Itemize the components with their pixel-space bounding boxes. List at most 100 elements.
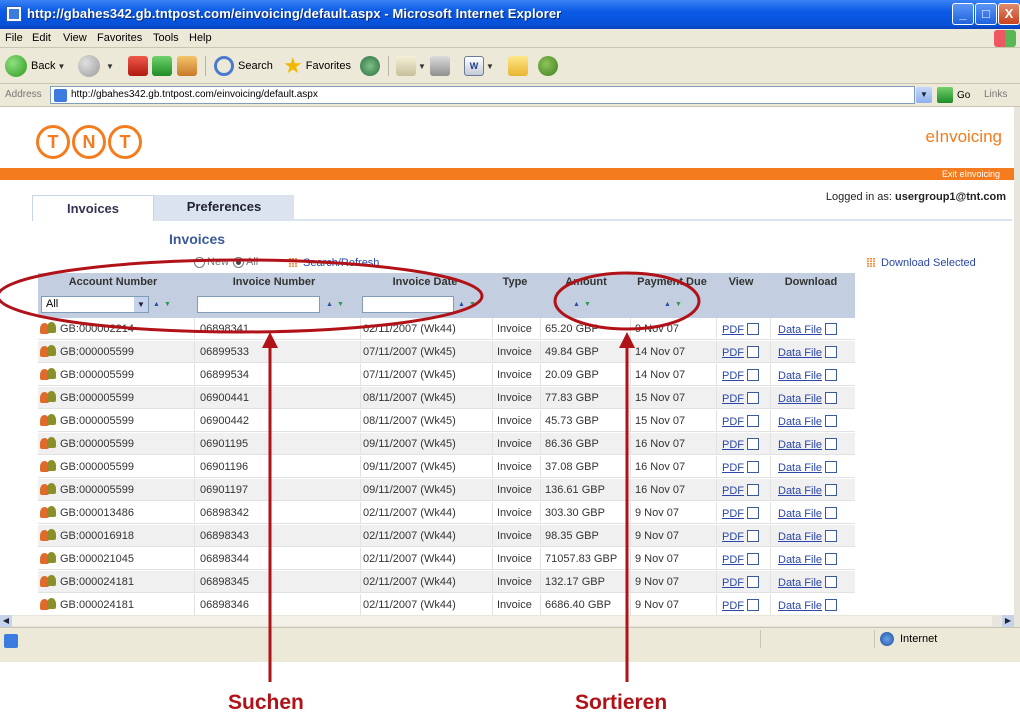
data-file-checkbox[interactable]: [825, 323, 838, 335]
favorites-button[interactable]: ★ Favorites: [283, 54, 351, 78]
menu-file[interactable]: File: [5, 32, 23, 44]
data-file-checkbox[interactable]: [825, 415, 838, 427]
sort-asc-icon[interactable]: ▲: [458, 301, 469, 308]
data-file-link[interactable]: Data File: [778, 324, 822, 336]
menu-edit[interactable]: Edit: [32, 32, 51, 44]
view-pdf-link[interactable]: PDF: [722, 577, 744, 589]
col-account-number[interactable]: Account Number: [38, 276, 188, 288]
col-invoice-date[interactable]: Invoice Date: [360, 276, 490, 288]
search-button[interactable]: Search: [214, 54, 273, 78]
data-file-checkbox[interactable]: [825, 599, 838, 611]
forward-button[interactable]: ▼: [78, 54, 114, 78]
view-pdf-link[interactable]: PDF: [722, 600, 744, 612]
view-pdf-link[interactable]: PDF: [722, 347, 744, 359]
view-pdf-link[interactable]: PDF: [722, 416, 744, 428]
sort-asc-icon[interactable]: ▲: [153, 301, 164, 308]
pdf-checkbox[interactable]: [747, 530, 759, 542]
data-file-checkbox[interactable]: [825, 438, 838, 450]
sort-account-arrows[interactable]: ▲▼: [153, 301, 175, 308]
pdf-checkbox[interactable]: [747, 461, 759, 473]
minimize-button[interactable]: _: [952, 3, 974, 25]
sort-asc-icon[interactable]: ▲: [326, 301, 337, 308]
data-file-checkbox[interactable]: [825, 461, 838, 473]
pdf-checkbox[interactable]: [747, 392, 759, 404]
pdf-checkbox[interactable]: [747, 369, 759, 381]
menu-view[interactable]: View: [63, 32, 87, 44]
pdf-checkbox[interactable]: [747, 484, 759, 496]
close-button[interactable]: X: [998, 3, 1020, 25]
sort-desc-icon[interactable]: ▼: [469, 301, 480, 308]
folder-button[interactable]: [508, 54, 528, 78]
data-file-link[interactable]: Data File: [778, 577, 822, 589]
data-file-link[interactable]: Data File: [778, 347, 822, 359]
data-file-checkbox[interactable]: [825, 369, 838, 381]
data-file-link[interactable]: Data File: [778, 370, 822, 382]
sort-amount-arrows[interactable]: ▲▼: [573, 301, 595, 308]
view-pdf-link[interactable]: PDF: [722, 462, 744, 474]
data-file-checkbox[interactable]: [825, 392, 838, 404]
data-file-link[interactable]: Data File: [778, 485, 822, 497]
sort-asc-icon[interactable]: ▲: [573, 301, 584, 308]
view-pdf-link[interactable]: PDF: [722, 439, 744, 451]
print-button[interactable]: [430, 54, 450, 78]
view-pdf-link[interactable]: PDF: [722, 531, 744, 543]
data-file-link[interactable]: Data File: [778, 531, 822, 543]
sort-asc-icon[interactable]: ▲: [664, 301, 675, 308]
view-pdf-link[interactable]: PDF: [722, 554, 744, 566]
view-pdf-link[interactable]: PDF: [722, 370, 744, 382]
exit-link[interactable]: Exit eInvoicing: [942, 168, 1000, 180]
address-input[interactable]: http://gbahes342.gb.tntpost.com/einvoici…: [50, 86, 915, 104]
edit-word-button[interactable]: W ▼: [464, 54, 494, 78]
sort-desc-icon[interactable]: ▼: [337, 301, 348, 308]
tab-preferences[interactable]: Preferences: [154, 195, 294, 219]
view-pdf-link[interactable]: PDF: [722, 324, 744, 336]
back-button[interactable]: Back ▼: [5, 54, 65, 78]
data-file-link[interactable]: Data File: [778, 393, 822, 405]
col-payment-due[interactable]: Payment Due: [630, 276, 714, 288]
menu-help[interactable]: Help: [189, 32, 212, 44]
pdf-checkbox[interactable]: [747, 576, 759, 588]
account-filter-select[interactable]: All ▼: [41, 296, 149, 313]
sort-date-arrows[interactable]: ▲▼: [458, 301, 480, 308]
sort-desc-icon[interactable]: ▼: [675, 301, 686, 308]
scroll-thumb[interactable]: [12, 616, 992, 626]
links-button[interactable]: Links: [984, 89, 1007, 100]
data-file-link[interactable]: Data File: [778, 600, 822, 612]
sort-due-arrows[interactable]: ▲▼: [664, 301, 686, 308]
vertical-scrollbar[interactable]: [1014, 107, 1020, 627]
col-type[interactable]: Type: [492, 276, 538, 288]
data-file-checkbox[interactable]: [825, 484, 838, 496]
data-file-checkbox[interactable]: [825, 507, 838, 519]
data-file-checkbox[interactable]: [825, 346, 838, 358]
radio-all[interactable]: [233, 256, 245, 268]
download-selected-link[interactable]: ⁞⁞⁞ Download Selected: [866, 256, 976, 270]
data-file-checkbox[interactable]: [825, 553, 838, 565]
pdf-checkbox[interactable]: [747, 438, 759, 450]
invoice-number-filter-input[interactable]: [197, 296, 320, 313]
pdf-checkbox[interactable]: [747, 553, 759, 565]
horizontal-scrollbar[interactable]: ◀ ▶: [0, 615, 1014, 627]
pdf-checkbox[interactable]: [747, 599, 759, 611]
pdf-checkbox[interactable]: [747, 346, 759, 358]
col-amount[interactable]: Amount: [540, 276, 632, 288]
address-dropdown-icon[interactable]: ▼: [916, 87, 932, 103]
data-file-link[interactable]: Data File: [778, 554, 822, 566]
tab-invoices[interactable]: Invoices: [32, 195, 154, 221]
sort-invoice-arrows[interactable]: ▲▼: [326, 301, 348, 308]
pdf-checkbox[interactable]: [747, 415, 759, 427]
menu-tools[interactable]: Tools: [153, 32, 179, 44]
data-file-checkbox[interactable]: [825, 530, 838, 542]
col-invoice-number[interactable]: Invoice Number: [194, 276, 354, 288]
stop-button[interactable]: [128, 54, 148, 78]
data-file-link[interactable]: Data File: [778, 439, 822, 451]
view-pdf-link[interactable]: PDF: [722, 508, 744, 520]
search-refresh-link[interactable]: ⁞⁞⁞ Search/Refresh: [288, 256, 379, 270]
go-button[interactable]: Go: [937, 86, 970, 104]
data-file-link[interactable]: Data File: [778, 462, 822, 474]
refresh-button[interactable]: [152, 54, 172, 78]
view-pdf-link[interactable]: PDF: [722, 485, 744, 497]
data-file-checkbox[interactable]: [825, 576, 838, 588]
mail-button[interactable]: ▼: [396, 54, 426, 78]
scroll-left-icon[interactable]: ◀: [0, 615, 12, 627]
home-button[interactable]: [177, 54, 197, 78]
